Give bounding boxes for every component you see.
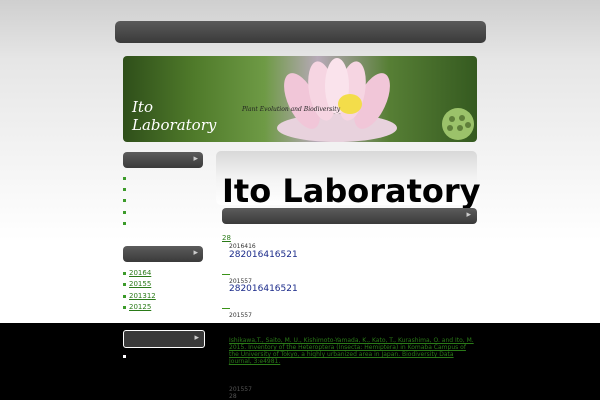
sidebar-bullet[interactable] bbox=[123, 188, 126, 191]
lotus-seed-pod-image bbox=[442, 108, 474, 140]
site-subtitle: Plant Evolution and Biodiversity bbox=[242, 106, 341, 113]
archive-link[interactable]: 20164 bbox=[123, 269, 151, 277]
chevron-right-icon: ▸ bbox=[194, 333, 199, 343]
publication-link[interactable]: Ishikawa,T., Saito, M. U., Kishimoto-Yam… bbox=[229, 337, 474, 365]
news-link[interactable]: 28 bbox=[222, 234, 231, 242]
post-date: 201557 bbox=[229, 312, 252, 319]
publication-date: 201557 bbox=[229, 386, 252, 393]
chevron-right-icon: ▸ bbox=[466, 210, 471, 220]
post-title-link[interactable]: 282016416521 bbox=[229, 284, 298, 294]
sidebar-archive-button[interactable]: ▸ bbox=[123, 246, 203, 262]
news-section-bar[interactable]: ▸ bbox=[222, 208, 477, 224]
site-title: Ito Laboratory bbox=[132, 98, 217, 134]
archive-link[interactable]: 20155 bbox=[123, 280, 151, 288]
sidebar-bullet[interactable] bbox=[123, 222, 126, 225]
page-title: Ito Laboratory bbox=[222, 172, 481, 211]
lotus-flower-image bbox=[277, 58, 397, 142]
archive-link[interactable]: 20125 bbox=[123, 303, 151, 311]
archive-link[interactable]: 201312 bbox=[123, 292, 156, 300]
footer-bullet[interactable] bbox=[123, 355, 126, 358]
chevron-right-icon: ▸ bbox=[193, 248, 198, 258]
sidebar-bullet[interactable] bbox=[123, 211, 126, 214]
top-nav-bar bbox=[115, 21, 486, 43]
divider bbox=[222, 308, 230, 309]
post-date: 2016416 bbox=[229, 243, 256, 250]
publication-tail: 28 bbox=[229, 393, 237, 400]
sidebar-menu-button[interactable]: ▸ bbox=[123, 152, 203, 168]
post-title-link[interactable]: 282016416521 bbox=[229, 250, 298, 260]
footer-menu-button[interactable]: ▸ bbox=[123, 330, 205, 348]
sidebar-bullet[interactable] bbox=[123, 199, 126, 202]
divider bbox=[222, 274, 230, 275]
chevron-right-icon: ▸ bbox=[193, 154, 198, 164]
sidebar-bullet[interactable] bbox=[123, 177, 126, 180]
